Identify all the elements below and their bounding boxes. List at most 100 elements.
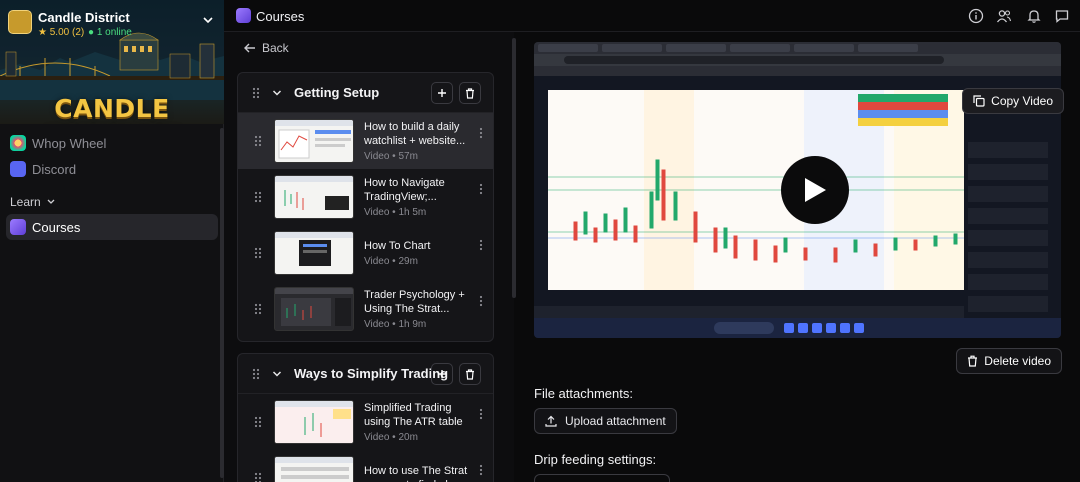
city-skyline-graphic xyxy=(0,32,224,100)
drag-handle-icon[interactable] xyxy=(254,247,262,259)
drag-handle-icon[interactable] xyxy=(254,135,262,147)
lesson-item[interactable]: How to build a daily watchlist + website… xyxy=(238,113,493,169)
play-button[interactable] xyxy=(781,156,849,224)
drag-handle-icon[interactable] xyxy=(254,472,262,482)
drag-handle-icon[interactable] xyxy=(254,303,262,315)
drip-feeding-select[interactable] xyxy=(534,474,670,482)
back-button[interactable]: Back xyxy=(244,41,289,55)
upload-attachment-label: Upload attachment xyxy=(565,414,666,428)
lesson-text: How To Chart Video • 29m xyxy=(364,239,476,267)
chevron-down-icon[interactable] xyxy=(272,88,282,98)
lesson-meta: Video • 29m xyxy=(364,256,418,267)
drag-handle-icon[interactable] xyxy=(252,87,260,99)
discord-icon xyxy=(10,161,26,177)
lesson-thumbnail xyxy=(274,456,354,482)
lesson-editor: Copy Video Delete video File attachments… xyxy=(516,32,1080,482)
community-banner[interactable]: Candle District ★ 5.00 (2) ● 1 online CA… xyxy=(0,0,224,124)
top-header: Courses xyxy=(224,0,1080,32)
trash-icon xyxy=(968,355,978,367)
sidebar-item-courses[interactable]: Courses xyxy=(6,214,218,240)
arrow-left-icon xyxy=(244,43,255,53)
lesson-title: Trader Psychology + Using The Strat... xyxy=(364,289,465,315)
video-player[interactable] xyxy=(534,42,1061,338)
copy-video-label: Copy Video xyxy=(991,94,1053,108)
upload-attachment-button[interactable]: Upload attachment xyxy=(534,408,677,434)
rating-value: 5.00 (2) xyxy=(49,27,85,38)
chevron-down-icon[interactable] xyxy=(272,369,282,379)
more-options-icon[interactable] xyxy=(479,239,483,251)
sidebar-nav: Whop Wheel Discord Learn Courses xyxy=(0,130,224,240)
lesson-meta: Video • 57m xyxy=(364,151,418,162)
chapter-header[interactable]: Getting Setup xyxy=(238,73,493,113)
delete-chapter-button[interactable] xyxy=(459,82,481,104)
drag-handle-icon[interactable] xyxy=(254,191,262,203)
add-lesson-button[interactable] xyxy=(431,363,453,385)
lesson-title: How to Navigate TradingView;... xyxy=(364,177,445,203)
delete-video-label: Delete video xyxy=(984,354,1051,368)
lesson-thumbnail xyxy=(274,119,354,163)
course-outline-panel: Back Getting Setup How to build a daily … xyxy=(224,32,514,482)
lesson-thumbnail xyxy=(274,287,354,331)
more-options-icon[interactable] xyxy=(479,183,483,195)
banner-title: CANDLE DISTRICT xyxy=(45,94,178,124)
add-lesson-button[interactable] xyxy=(431,82,453,104)
chapter-header[interactable]: Ways to Simplify Trading xyxy=(238,354,493,394)
trash-icon xyxy=(466,368,474,380)
lesson-text: How to Navigate TradingView;... Video • … xyxy=(364,176,476,218)
section-label: Learn xyxy=(10,195,41,209)
chevron-down-icon xyxy=(47,199,55,204)
lesson-text: How to build a daily watchlist + website… xyxy=(364,120,476,162)
plus-icon xyxy=(438,370,446,378)
copy-video-button[interactable]: Copy Video xyxy=(962,88,1064,114)
chat-icon[interactable] xyxy=(1054,8,1070,24)
chapter-getting-setup: Getting Setup How to build a daily watch… xyxy=(237,72,494,342)
online-status: ● 1 online xyxy=(88,27,132,38)
more-options-icon[interactable] xyxy=(479,127,483,139)
drag-handle-icon[interactable] xyxy=(254,416,262,428)
lesson-title: Simplified Trading using The ATR table xyxy=(364,402,463,428)
wheel-icon xyxy=(10,135,26,151)
drip-feeding-label: Drip feeding settings: xyxy=(534,452,657,467)
more-options-icon[interactable] xyxy=(479,408,483,420)
more-options-icon[interactable] xyxy=(479,295,483,307)
lesson-thumbnail xyxy=(274,175,354,219)
lesson-text: Simplified Trading using The ATR table V… xyxy=(364,401,476,443)
lesson-text: Trader Psychology + Using The Strat... V… xyxy=(364,288,476,330)
chapter-ways-to-simplify-trading: Ways to Simplify Trading Simplified Trad… xyxy=(237,353,494,482)
drag-handle-icon[interactable] xyxy=(252,368,260,380)
file-attachments-label: File attachments: xyxy=(534,386,633,401)
chevron-down-icon[interactable] xyxy=(202,14,214,26)
lesson-item[interactable]: How To Chart Video • 29m xyxy=(238,225,493,281)
info-icon[interactable] xyxy=(968,8,984,24)
courses-icon xyxy=(10,219,26,235)
sidebar: Candle District ★ 5.00 (2) ● 1 online CA… xyxy=(0,0,224,482)
online-count: 1 online xyxy=(96,27,132,38)
bell-icon[interactable] xyxy=(1026,8,1042,24)
sidebar-item-discord[interactable]: Discord xyxy=(0,156,224,182)
lesson-item[interactable]: Simplified Trading using The ATR table V… xyxy=(238,394,493,450)
chapter-title: Ways to Simplify Trading xyxy=(294,366,449,381)
more-options-icon[interactable] xyxy=(479,464,483,476)
sidebar-item-label: Discord xyxy=(32,161,77,177)
delete-chapter-button[interactable] xyxy=(459,363,481,385)
sidebar-item-label: Whop Wheel xyxy=(32,135,107,151)
courses-icon xyxy=(236,8,251,23)
chapter-title: Getting Setup xyxy=(294,85,380,100)
sidebar-section-learn[interactable]: Learn xyxy=(0,192,224,212)
rating-badge: ★ 5.00 (2) xyxy=(38,27,85,38)
lesson-title: How to use The Strat scanner to find pla… xyxy=(364,465,468,482)
delete-video-button[interactable]: Delete video xyxy=(956,348,1062,374)
lesson-item[interactable]: How to Navigate TradingView;... Video • … xyxy=(238,169,493,225)
lesson-item[interactable]: Trader Psychology + Using The Strat... V… xyxy=(238,281,493,337)
sidebar-item-whop-wheel[interactable]: Whop Wheel xyxy=(0,130,224,156)
community-logo xyxy=(8,10,32,34)
lesson-meta: Video • 1h 5m xyxy=(364,207,427,218)
lesson-title: How To Chart xyxy=(364,240,431,252)
lesson-meta: Video • 1h 9m xyxy=(364,319,427,330)
lesson-meta: Video • 20m xyxy=(364,432,418,443)
users-icon[interactable] xyxy=(996,8,1012,24)
lesson-item[interactable]: How to use The Strat scanner to find pla… xyxy=(238,450,493,482)
lesson-thumbnail xyxy=(274,400,354,444)
trash-icon xyxy=(466,87,474,99)
upload-icon xyxy=(545,415,557,427)
